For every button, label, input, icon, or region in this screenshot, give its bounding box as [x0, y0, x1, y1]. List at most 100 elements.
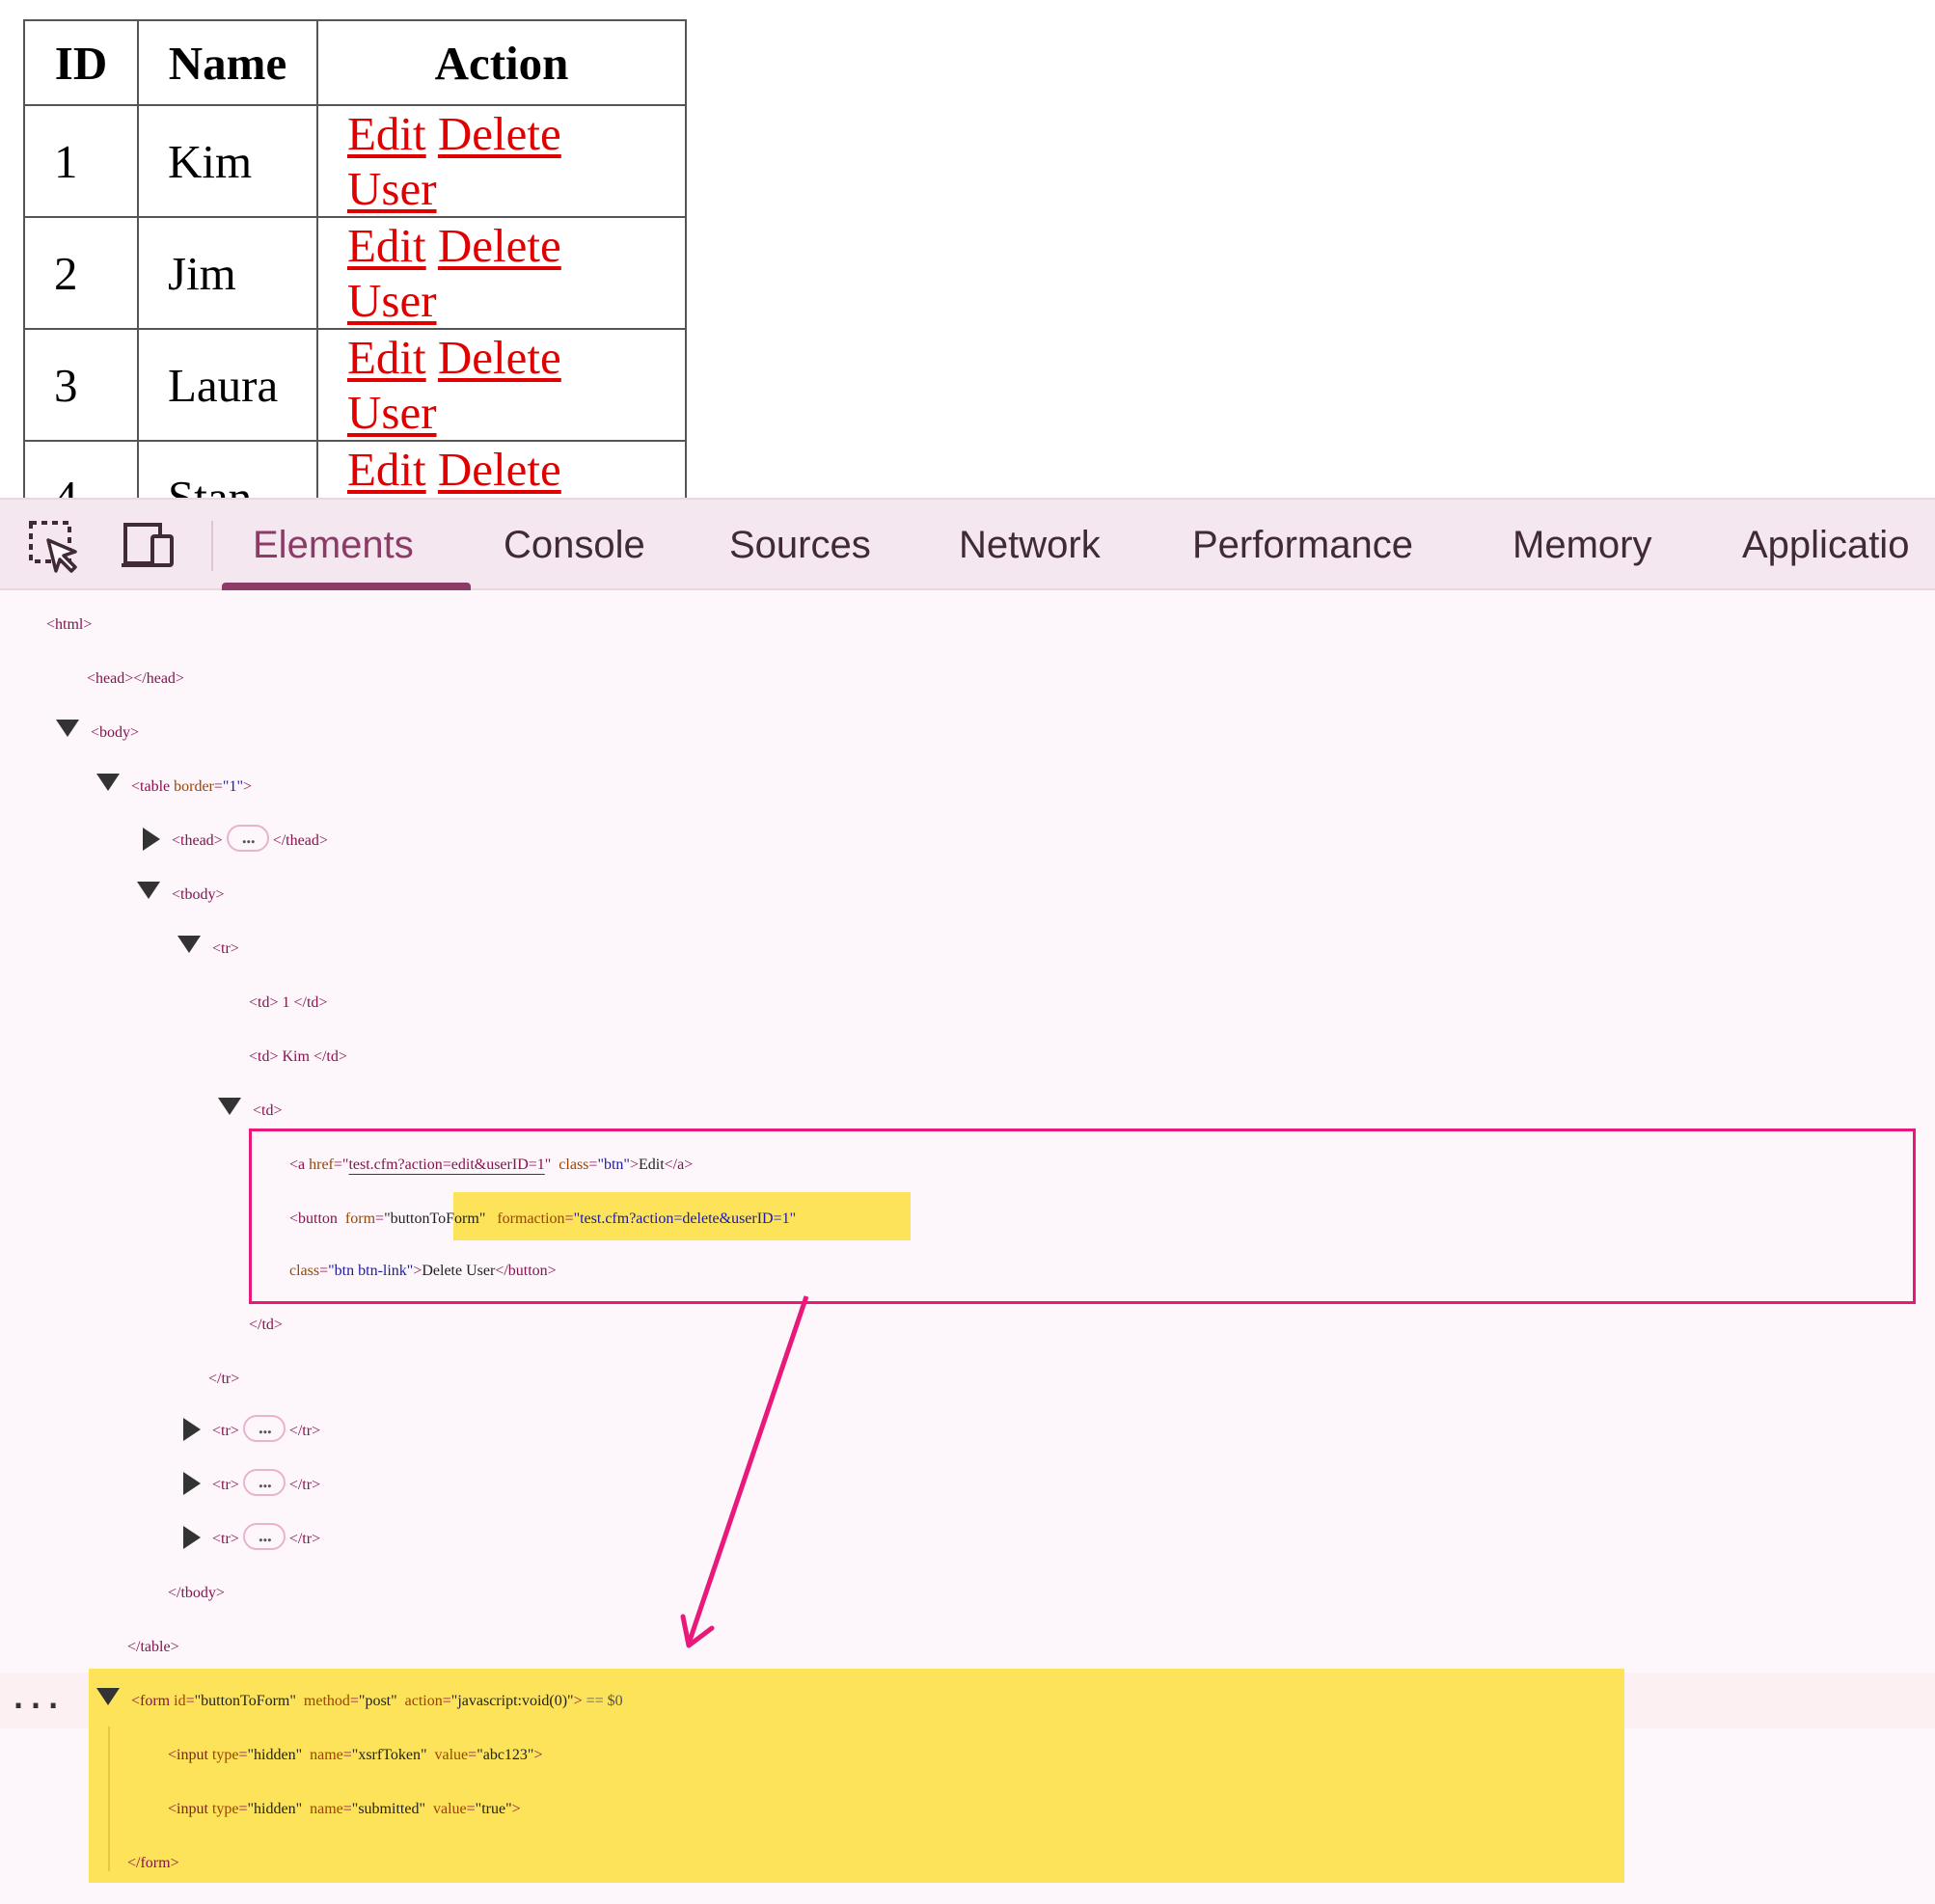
node-tr-close: </tr>: [208, 1352, 239, 1406]
tag-text: <table: [131, 778, 171, 795]
node-tbody[interactable]: <tbody>: [172, 868, 225, 922]
node-body[interactable]: <body>: [91, 706, 139, 760]
tag-end: >: [573, 1693, 583, 1709]
attr-value: "buttonToForm": [194, 1693, 296, 1709]
attr-name: name: [310, 1747, 343, 1763]
tag-text: </tr>: [288, 1477, 321, 1493]
attr-value: "javascript:void(0)": [450, 1693, 574, 1709]
href-link[interactable]: test.cfm?action=edit&userID=1: [348, 1156, 544, 1173]
node-thead[interactable]: <thead>... </thead>: [172, 814, 328, 868]
collapse-arrow-icon[interactable]: [96, 774, 120, 791]
equals: =: [213, 778, 223, 795]
attr-name: method: [303, 1693, 350, 1709]
node-text: Edit: [638, 1156, 665, 1173]
node-tr[interactable]: <tr>: [212, 922, 239, 976]
tag-end: >: [413, 1263, 422, 1279]
collapse-arrow-icon[interactable]: [56, 720, 79, 737]
node-text: Delete User: [422, 1263, 496, 1279]
equals: =: [342, 1801, 352, 1817]
attr-value: "btn": [597, 1156, 630, 1173]
collapse-arrow-icon[interactable]: [177, 936, 201, 953]
attr-name: class: [559, 1156, 589, 1173]
tag-text: <form: [131, 1693, 171, 1709]
tag-text: </tbody>: [168, 1585, 225, 1601]
node-button-delete[interactable]: <button form="buttonToForm" formaction="…: [289, 1192, 796, 1246]
expand-arrow-icon[interactable]: [143, 828, 160, 851]
ellipsis-icon[interactable]: ...: [242, 1413, 286, 1443]
tag-text: </button>: [495, 1263, 557, 1279]
selected-marker: == $0: [586, 1693, 623, 1709]
equals: =: [185, 1693, 195, 1709]
tag-end: >: [242, 778, 253, 795]
tag-text: <button: [289, 1210, 338, 1227]
equals: =: [342, 1747, 352, 1763]
ellipsis-icon[interactable]: ...: [242, 1467, 286, 1497]
attr-name: formaction: [497, 1210, 565, 1227]
node-td-id[interactable]: <td> 1 </td>: [249, 976, 327, 1030]
node-td-name[interactable]: <td> Kim </td>: [249, 1030, 347, 1084]
equals: =": [333, 1156, 349, 1173]
attr-name: form: [344, 1210, 376, 1227]
node-td-close: </td>: [249, 1298, 283, 1352]
attr-name: name: [310, 1801, 343, 1817]
tag-text: </td>: [249, 1317, 283, 1333]
tag-text: </table>: [127, 1639, 179, 1655]
collapse-arrow-icon[interactable]: [218, 1098, 241, 1115]
node-table-close: </table>: [127, 1620, 179, 1674]
equals: =: [442, 1693, 451, 1709]
attr-value: "abc123": [477, 1747, 534, 1763]
tag-text: <html>: [46, 616, 93, 633]
attr-name: class: [289, 1263, 320, 1279]
equals: =: [319, 1263, 329, 1279]
node-tr-collapsed[interactable]: <tr>... </tr>: [212, 1404, 320, 1458]
attr-name: border: [174, 778, 214, 795]
tag-end: >: [511, 1801, 521, 1817]
tag-text: <tr>: [212, 1423, 239, 1439]
node-form[interactable]: <form id="buttonToForm" method="post" ac…: [131, 1674, 623, 1728]
tag-text: </tr>: [288, 1423, 321, 1439]
equals: =: [349, 1693, 359, 1709]
collapse-arrow-icon[interactable]: [137, 882, 160, 899]
node-tr-collapsed[interactable]: <tr>... </tr>: [212, 1512, 320, 1566]
expand-arrow-icon[interactable]: [183, 1526, 201, 1549]
tag-text: <tr>: [212, 940, 239, 957]
ellipsis-icon[interactable]: ...: [242, 1521, 286, 1551]
attr-value: "submitted": [351, 1801, 425, 1817]
attr-value: "hidden": [247, 1747, 303, 1763]
tag-text: <tr>: [212, 1477, 239, 1493]
attr-value: "buttonToForm": [384, 1210, 486, 1227]
tag-text: <tr>: [212, 1531, 239, 1547]
collapse-arrow-icon[interactable]: [96, 1688, 120, 1705]
attr-value: "post": [358, 1693, 397, 1709]
tag-text: </tr>: [288, 1531, 321, 1547]
ellipsis-icon[interactable]: ...: [226, 823, 269, 853]
expand-arrow-icon[interactable]: [183, 1418, 201, 1441]
node-a-edit[interactable]: <a href="test.cfm?action=edit&userID=1" …: [289, 1138, 693, 1192]
attr-name: id: [174, 1693, 186, 1709]
attr-name: href: [309, 1156, 334, 1173]
attr-name: type: [211, 1801, 239, 1817]
attr-value: "btn btn-link": [328, 1263, 414, 1279]
node-input-submitted[interactable]: <input type="hidden" name="submitted" va…: [168, 1782, 521, 1836]
equals: =: [238, 1801, 248, 1817]
attr-name: value: [432, 1801, 467, 1817]
node-td-action[interactable]: <td>: [253, 1084, 283, 1138]
expand-arrow-icon[interactable]: [183, 1472, 201, 1495]
attr-name: type: [211, 1747, 239, 1763]
equals: =: [238, 1747, 248, 1763]
node-table[interactable]: <table border="1">: [131, 760, 252, 814]
tag-text: <body>: [91, 724, 140, 741]
node-tr-collapsed[interactable]: <tr>... </tr>: [212, 1458, 320, 1512]
node-tbody-close: </tbody>: [168, 1566, 225, 1620]
equals: =: [468, 1747, 477, 1763]
tag-text: <td>: [253, 1102, 283, 1119]
tag-text: <tbody>: [172, 886, 225, 903]
node-html[interactable]: <html>: [46, 598, 92, 652]
node-input-xsrf[interactable]: <input type="hidden" name="xsrfToken" va…: [168, 1728, 542, 1782]
tag-text: </tr>: [208, 1371, 240, 1387]
node-form-close: </form>: [127, 1836, 179, 1890]
node-head[interactable]: <head></head>: [87, 652, 184, 706]
tag-text: <thead>: [172, 832, 223, 849]
tag-text: <a: [289, 1156, 306, 1173]
attr-name: action: [404, 1693, 443, 1709]
